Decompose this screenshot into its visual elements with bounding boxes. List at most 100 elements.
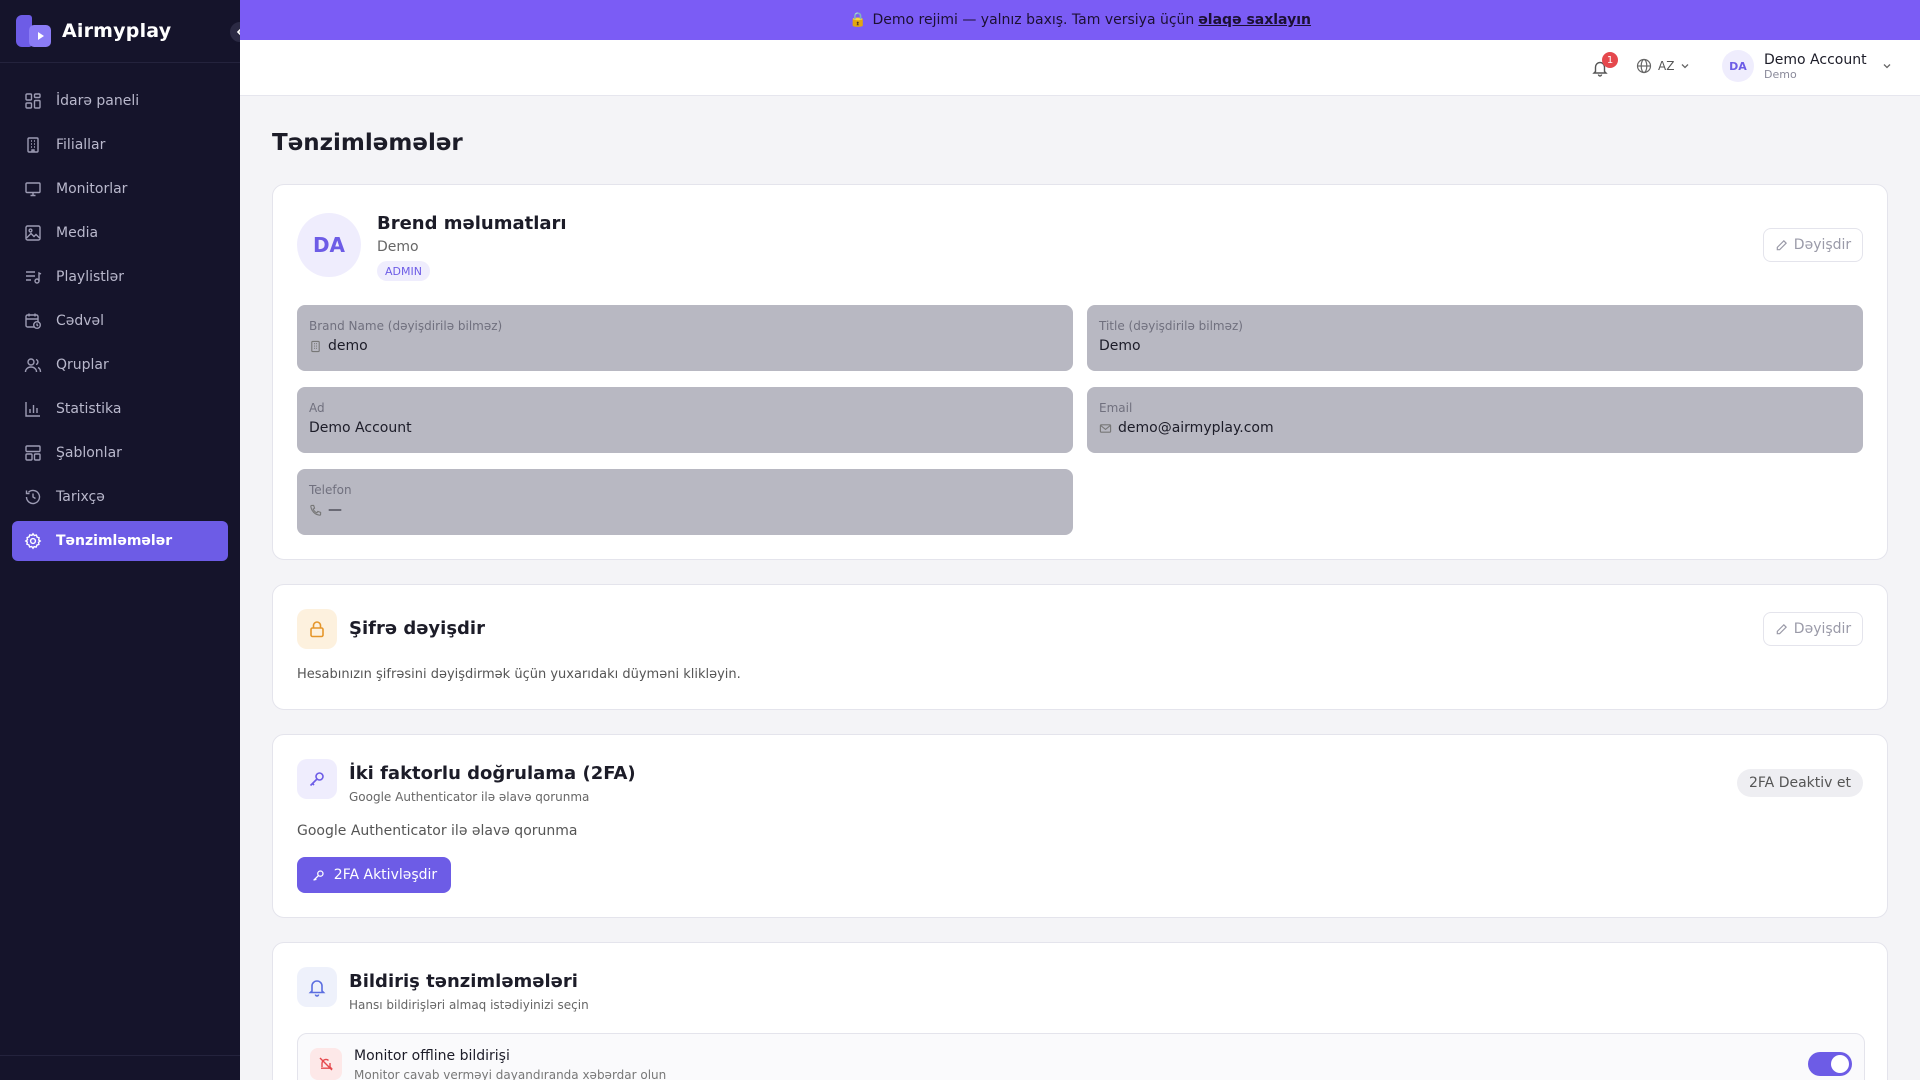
change-password-button[interactable]: Dəyişdir [1763, 612, 1863, 646]
notif-card-subtitle: Hansı bildirişləri almaq istədiyinizi se… [349, 998, 589, 1012]
contact-link[interactable]: əlaqə saxlayın [1198, 12, 1311, 28]
brand-info-card: DA Brend məlumatları Demo ADMIN Dəyişdir… [272, 184, 1888, 560]
sidebar-item-label: İdarə paneli [56, 93, 140, 109]
banner-text: Demo rejimi — yalnız baxış. Tam versiya … [872, 12, 1195, 28]
notification-settings-card: Bildiriş tənzimləmələri Hansı bildirişlə… [272, 942, 1888, 1080]
page-title: Tənzimləmələr [272, 130, 463, 156]
dashboard-icon [25, 93, 41, 109]
phone-value: — [328, 502, 342, 518]
key-icon [309, 772, 324, 787]
field-value: demo@airmyplay.com [1099, 420, 1851, 436]
demo-mode-banner: 🔒 Demo rejimi — yalnız baxış. Tam versiy… [240, 0, 1920, 40]
image-icon [25, 225, 41, 241]
phone-icon [310, 504, 322, 516]
key-icon [312, 869, 324, 881]
sidebar-item-label: Tarixçə [56, 489, 105, 505]
language-code: AZ [1658, 59, 1675, 73]
sidebar-footer [0, 1055, 240, 1080]
sidebar-item-playlists[interactable]: Playlistlər [12, 257, 228, 297]
edit-label: Dəyişdir [1793, 237, 1852, 253]
button-label: 2FA Aktivləşdir [333, 867, 438, 883]
edit-brand-button[interactable]: Dəyişdir [1763, 228, 1863, 262]
sidebar-item-groups[interactable]: Qruplar [12, 345, 228, 385]
notif-icon-box [297, 967, 337, 1007]
app-name: Airmyplay [62, 20, 172, 42]
field-label: Brand Name (dəyişdirilə bilməz) [309, 319, 503, 333]
brand-name-value: demo [328, 338, 368, 354]
language-selector[interactable]: AZ [1636, 58, 1696, 74]
sidebar-item-label: Statistika [56, 401, 122, 417]
twofa-deactivate-button[interactable]: 2FA Deaktiv et [1737, 769, 1863, 797]
sidebar-item-schedule[interactable]: Cədvəl [12, 301, 228, 341]
sidebar-item-label: Monitorlar [56, 181, 128, 197]
brand-avatar: DA [297, 213, 361, 277]
edit-label: Dəyişdir [1793, 621, 1852, 637]
field-label: Email [1099, 401, 1133, 415]
notification-count-badge: 1 [1602, 52, 1618, 68]
sidebar-item-label: Cədvəl [56, 313, 105, 329]
building-icon [27, 137, 39, 153]
password-icon-box [297, 609, 337, 649]
two-factor-card: İki faktorlu doğrulama (2FA) Google Auth… [272, 734, 1888, 918]
name-field: Ad Demo Account [297, 387, 1073, 453]
sidebar-item-label: Playlistlər [56, 269, 125, 285]
chevron-down-icon [1681, 64, 1689, 69]
pencil-icon [1776, 239, 1787, 250]
notifications-button[interactable]: 1 [1586, 52, 1618, 82]
brand-name-field: Brand Name (dəyişdirilə bilməz) demo [297, 305, 1073, 371]
activate-2fa-button[interactable]: 2FA Aktivləşdir [297, 857, 451, 893]
twofa-card-title: İki faktorlu doğrulama (2FA) [349, 763, 636, 784]
lock-icon [310, 621, 324, 638]
notification-item: Monitor offline bildirişi Monitor cavab … [297, 1033, 1865, 1080]
sidebar-item-branches[interactable]: Filiallar [12, 125, 228, 165]
chevron-down-icon [1883, 64, 1891, 69]
sidebar-item-label: Şablonlar [56, 445, 122, 461]
airmyplay-logo[interactable] [16, 15, 52, 47]
user-name: Demo Account [1764, 51, 1867, 68]
sidebar-item-label: Qruplar [56, 357, 109, 373]
password-description: Hesabınızın şifrəsini dəyişdirmək üçün y… [297, 667, 741, 682]
sidebar-item-dashboard[interactable]: İdarə paneli [12, 81, 228, 121]
template-icon [25, 445, 41, 461]
sidebar: Airmyplay İdarə paneli Filiallar Monitor… [0, 0, 252, 1080]
globe-icon [1636, 58, 1652, 74]
title-value: Demo [1099, 338, 1141, 354]
sidebar-item-media[interactable]: Media [12, 213, 228, 253]
calendar-clock-icon [25, 313, 41, 329]
brand-card-title: Brend məlumatları [377, 213, 567, 234]
field-label: Title (dəyişdirilə bilməz) [1099, 319, 1243, 333]
avatar: DA [1722, 50, 1754, 82]
email-field: Email demo@airmyplay.com [1087, 387, 1863, 453]
twofa-icon-box [297, 759, 337, 799]
bell-icon [308, 980, 326, 997]
role-badge: ADMIN [377, 261, 430, 281]
sidebar-item-settings[interactable]: Tənzimləmələr [12, 521, 228, 561]
pencil-icon [1776, 623, 1787, 634]
user-menu[interactable]: DA Demo Account Demo [1722, 50, 1893, 82]
twofa-card-subtitle: Google Authenticator ilə əlavə qorunma [349, 790, 590, 804]
sidebar-nav: İdarə paneli Filiallar Monitorlar Media … [0, 63, 240, 561]
users-icon [24, 358, 42, 373]
sidebar-item-label: Filiallar [56, 137, 106, 153]
notif-item-title: Monitor offline bildirişi [354, 1048, 510, 1064]
name-value: Demo Account [309, 420, 412, 436]
sidebar-item-templates[interactable]: Şablonlar [12, 433, 228, 473]
field-label: Ad [309, 401, 325, 415]
sidebar-item-history[interactable]: Tarixçə [12, 477, 228, 517]
settings-icon [24, 532, 42, 550]
title-field: Title (dəyişdirilə bilməz) Demo [1087, 305, 1863, 371]
twofa-description: Google Authenticator ilə əlavə qorunma [297, 823, 578, 839]
brand-header: Airmyplay [0, 0, 252, 63]
bell-off-icon [319, 1057, 333, 1071]
password-card: Şifrə dəyişdir Dəyişdir Hesabınızın şifr… [272, 584, 1888, 710]
email-value: demo@airmyplay.com [1118, 420, 1274, 436]
password-card-title: Şifrə dəyişdir [349, 618, 485, 639]
notif-card-title: Bildiriş tənzimləmələri [349, 971, 578, 992]
field-value: demo [309, 338, 1061, 354]
monitor-offline-toggle[interactable] [1808, 1052, 1852, 1076]
sidebar-item-monitors[interactable]: Monitorlar [12, 169, 228, 209]
sidebar-item-statistics[interactable]: Statistika [12, 389, 228, 429]
field-label: Telefon [309, 483, 352, 497]
phone-field: Telefon — [297, 469, 1073, 535]
user-info: Demo Account Demo [1764, 52, 1867, 81]
